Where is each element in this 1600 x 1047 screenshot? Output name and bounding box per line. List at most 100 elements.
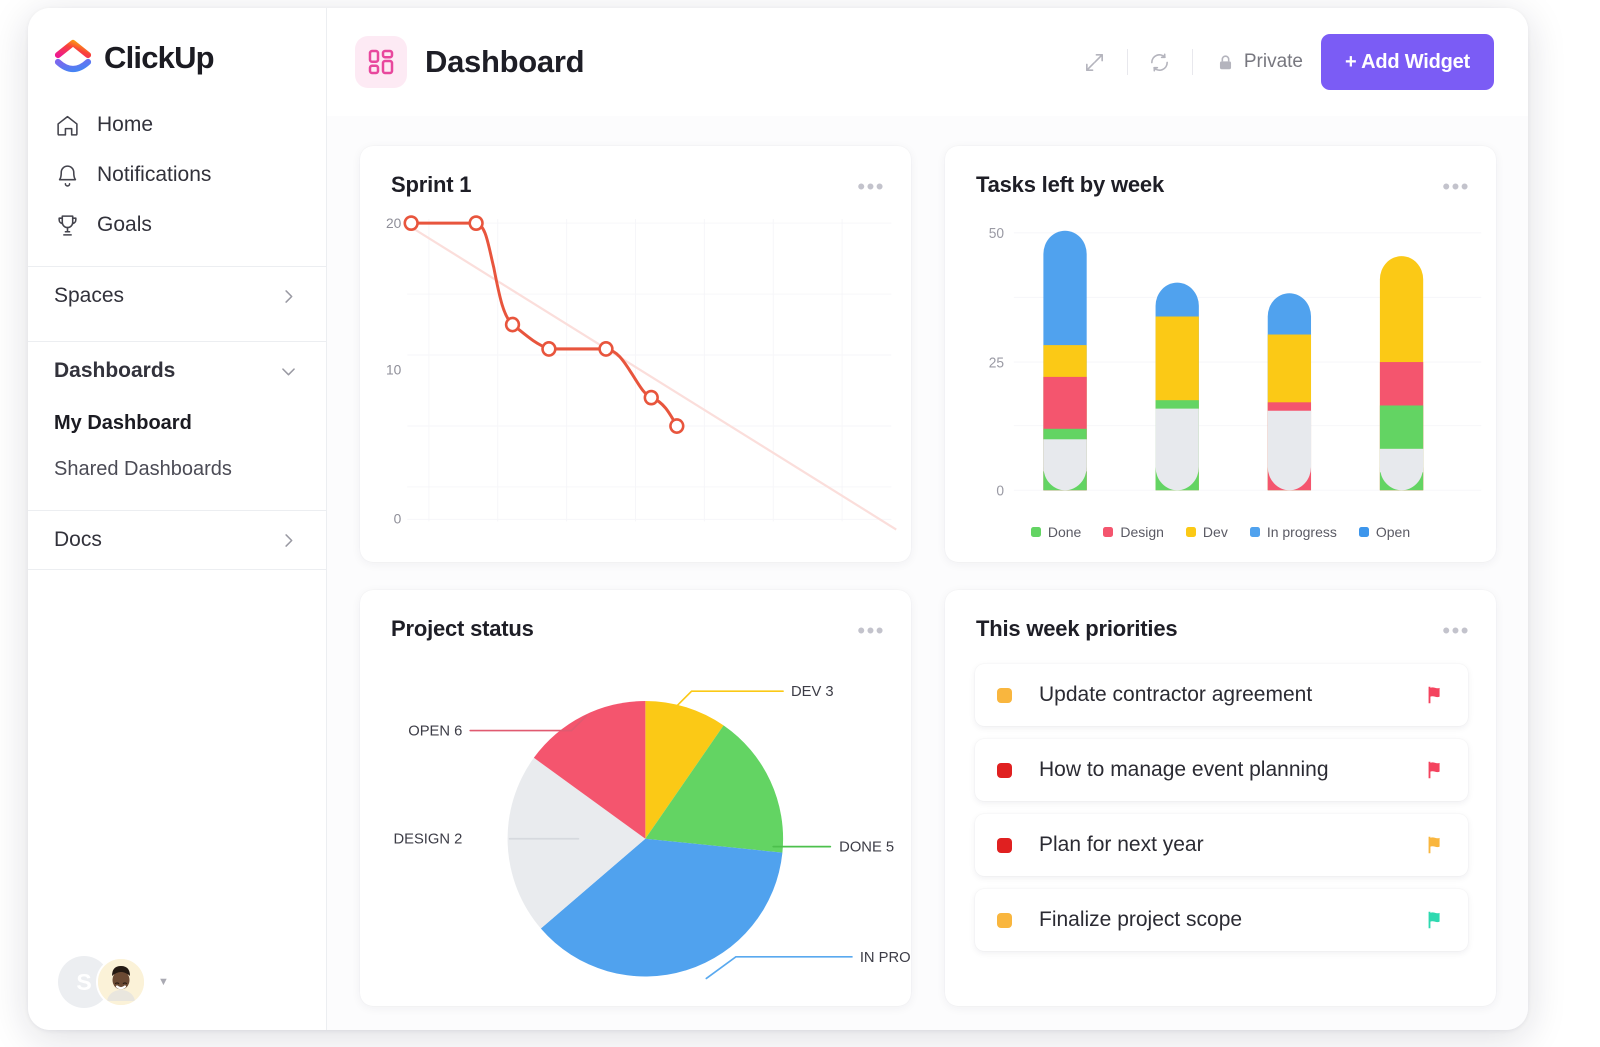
legend-label: Open <box>1375 524 1411 540</box>
sidebar-section-spaces[interactable]: Spaces <box>28 267 326 325</box>
widget-sprint-burndown: Sprint 1 ••• 20 10 0 <box>360 146 911 562</box>
flag-icon[interactable] <box>1424 834 1446 856</box>
top-bar-actions: Private + Add Widget <box>1072 34 1494 90</box>
user-account-area[interactable]: S ▼ <box>28 934 326 1030</box>
workspace-avatar-initial: S <box>76 968 92 995</box>
clickup-logo-icon <box>53 38 93 78</box>
widget-title: This week priorities <box>976 616 1178 641</box>
list-item[interactable]: Finalize project scope <box>975 889 1468 951</box>
widget-tasks-left-by-week: Tasks left by week ••• 50 25 0 Done Desi… <box>945 146 1496 562</box>
widget-title: Project status <box>391 616 534 641</box>
pie-label-design: DESIGN 2 <box>393 832 462 848</box>
widget-title: Tasks left by week <box>976 172 1164 197</box>
privacy-label: Private <box>1243 51 1303 72</box>
svg-text:50: 50 <box>989 226 1004 243</box>
main-content: Dashboard Private + Add Widget Sprint 1 … <box>327 8 1528 1030</box>
widget-menu-button[interactable]: ••• <box>1442 616 1470 642</box>
task-title: Update contractor agreement <box>1039 683 1313 706</box>
refresh-icon[interactable] <box>1137 39 1183 85</box>
home-icon <box>54 112 80 138</box>
sidebar-section-dashboards[interactable]: Dashboards <box>28 342 326 400</box>
legend-label: In progress <box>1266 524 1337 540</box>
legend-item-done[interactable]: Done <box>1030 524 1082 540</box>
task-title: How to manage event planning <box>1039 758 1329 781</box>
tasks-left-chart: 50 25 0 <box>945 218 1496 504</box>
sidebar-item-label: Shared Dashboards <box>54 457 232 480</box>
legend-item-design[interactable]: Design <box>1103 524 1164 540</box>
task-title: Finalize project scope <box>1039 908 1243 931</box>
priorities-list: Update contractor agreement How to manag… <box>945 642 1496 951</box>
divider <box>1126 49 1128 75</box>
chevron-down-icon <box>279 362 298 381</box>
divider <box>28 569 326 570</box>
legend-label: Done <box>1047 524 1082 540</box>
legend-item-dev[interactable]: Dev <box>1185 524 1228 540</box>
caret-down-icon[interactable]: ▼ <box>158 976 169 988</box>
sidebar-item-my-dashboard[interactable]: My Dashboard <box>28 400 326 446</box>
task-title: Plan for next year <box>1039 833 1204 856</box>
pie-label-dev: DEV 3 <box>791 684 834 700</box>
svg-text:0: 0 <box>996 483 1004 500</box>
widget-project-status: Project status ••• DEV 3 DONE 5 IN PRO O… <box>360 590 911 1006</box>
list-item[interactable]: Plan for next year <box>975 814 1468 876</box>
widget-menu-button[interactable]: ••• <box>1442 172 1470 198</box>
tasks-legend: Done Design Dev In progress Open <box>945 524 1496 540</box>
priority-status-dot <box>997 687 1012 703</box>
brand-logo[interactable]: ClickUp <box>28 8 326 78</box>
legend-label: Design <box>1120 524 1164 540</box>
legend-swatch <box>1185 527 1196 537</box>
flag-icon[interactable] <box>1424 909 1446 931</box>
bar-week-3 <box>1267 293 1312 491</box>
pie-label-done: DONE 5 <box>839 840 894 856</box>
bar-week-4 <box>1379 256 1424 491</box>
flag-icon[interactable] <box>1424 759 1446 781</box>
legend-swatch <box>1030 527 1041 537</box>
widget-grid: Sprint 1 ••• 20 10 0 Tasks left by week … <box>327 116 1528 1030</box>
dashboard-grid-icon <box>355 36 407 88</box>
sidebar-item-label: Notifications <box>97 163 212 186</box>
sidebar-item-home[interactable]: Home <box>28 100 326 150</box>
sidebar: ClickUp Home Notifications Goals Spaces … <box>28 8 327 1030</box>
legend-label: Dev <box>1202 524 1228 540</box>
svg-text:20: 20 <box>386 215 402 231</box>
app-window: ClickUp Home Notifications Goals Spaces … <box>28 8 1528 1030</box>
brand-name: ClickUp <box>104 40 215 75</box>
expand-arrows-icon[interactable] <box>1072 39 1118 85</box>
add-widget-button[interactable]: + Add Widget <box>1320 34 1494 90</box>
chevron-right-icon <box>279 531 298 550</box>
svg-text:25: 25 <box>989 355 1004 372</box>
trophy-icon <box>54 212 80 238</box>
list-item[interactable]: Update contractor agreement <box>975 664 1468 726</box>
legend-item-in-progress[interactable]: In progress <box>1249 524 1337 540</box>
primary-nav: Home Notifications Goals <box>28 78 326 250</box>
project-status-pie: DEV 3 DONE 5 IN PROGRESS 5 OPEN 6 DESIGN… <box>360 642 911 1006</box>
sidebar-section-label: Dashboards <box>54 359 176 382</box>
sidebar-item-label: Goals <box>97 213 152 236</box>
flag-icon[interactable] <box>1424 684 1446 706</box>
sidebar-item-label: Home <box>97 113 154 136</box>
sidebar-item-label: My Dashboard <box>54 411 192 434</box>
divider <box>1191 49 1193 75</box>
widget-menu-button[interactable]: ••• <box>857 616 885 642</box>
svg-text:0: 0 <box>394 510 402 526</box>
sidebar-section-docs[interactable]: Docs <box>28 511 326 569</box>
lock-icon <box>1216 53 1235 72</box>
priority-status-dot <box>997 912 1012 928</box>
pie-label-in-progress: IN PROGRESS 5 <box>860 950 911 966</box>
legend-item-open[interactable]: Open <box>1358 524 1411 540</box>
top-bar: Dashboard Private + Add Widget <box>327 8 1528 116</box>
sidebar-section-label: Spaces <box>54 284 125 307</box>
privacy-status[interactable]: Private <box>1216 51 1303 73</box>
sidebar-item-shared-dashboards[interactable]: Shared Dashboards <box>28 446 326 492</box>
sprint-burndown-chart: 20 10 0 <box>360 146 911 562</box>
legend-swatch <box>1249 527 1260 537</box>
sidebar-item-notifications[interactable]: Notifications <box>28 150 326 200</box>
bell-icon <box>54 162 80 188</box>
list-item[interactable]: How to manage event planning <box>975 739 1468 801</box>
svg-text:10: 10 <box>386 361 402 377</box>
bar-week-2 <box>1155 282 1199 491</box>
pie-label-open: OPEN 6 <box>408 723 462 739</box>
user-avatar[interactable] <box>96 957 146 1007</box>
sidebar-item-goals[interactable]: Goals <box>28 200 326 250</box>
widget-this-week-priorities: This week priorities ••• Update contract… <box>945 590 1496 1006</box>
